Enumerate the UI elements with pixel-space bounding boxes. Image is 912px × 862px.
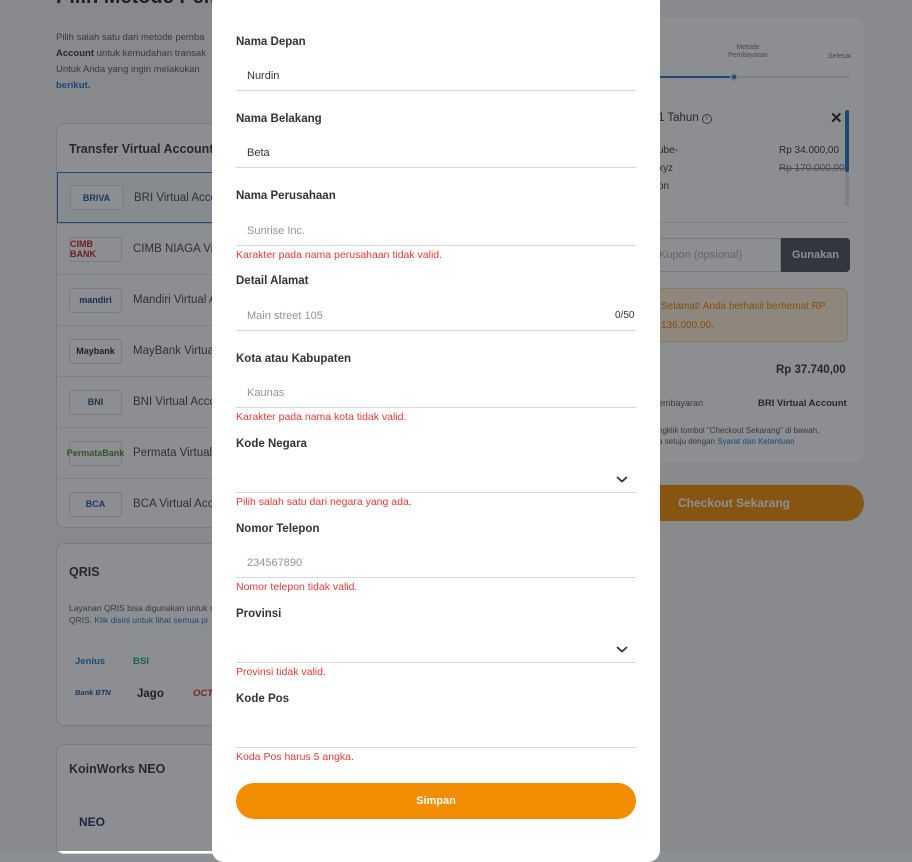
last-name-input[interactable] <box>236 138 636 168</box>
city-label: Kota atau Kabupaten <box>236 353 352 365</box>
postal-code-input[interactable] <box>236 718 636 748</box>
country-code-select[interactable] <box>236 463 636 493</box>
company-label: Nama Perusahaan <box>236 190 336 202</box>
first-name-input[interactable] <box>236 61 636 91</box>
province-select[interactable] <box>236 633 636 663</box>
address-counter: 0/50 <box>615 310 635 321</box>
save-button[interactable]: Simpan <box>236 783 636 819</box>
chevron-down-icon[interactable] <box>615 644 629 654</box>
phone-label: Nomor Telepon <box>236 523 320 535</box>
city-input[interactable] <box>236 378 636 408</box>
address-label: Detail Alamat <box>236 275 309 287</box>
first-name-label: Nama Depan <box>236 36 306 48</box>
country-code-label: Kode Negara <box>236 438 307 450</box>
country-code-error: Pilih salah satu dari negara yang ada. <box>236 496 412 508</box>
postal-code-label: Kode Pos <box>236 693 290 705</box>
province-label: Provinsi <box>236 608 282 620</box>
company-error: Karakter pada nama perusahaan tidak vali… <box>236 249 443 261</box>
company-input[interactable] <box>236 216 636 246</box>
phone-input[interactable] <box>236 548 636 578</box>
chevron-down-icon[interactable] <box>615 474 629 484</box>
address-input[interactable] <box>236 301 636 331</box>
last-name-label: Nama Belakang <box>236 113 322 125</box>
postal-code-error: Koda Pos harus 5 angka. <box>236 751 354 763</box>
city-error: Karakter pada nama kota tidak valid. <box>236 411 407 423</box>
phone-error: Nomor telepon tidak valid. <box>236 581 358 593</box>
province-error: Provinsi tidak valid. <box>236 666 326 678</box>
